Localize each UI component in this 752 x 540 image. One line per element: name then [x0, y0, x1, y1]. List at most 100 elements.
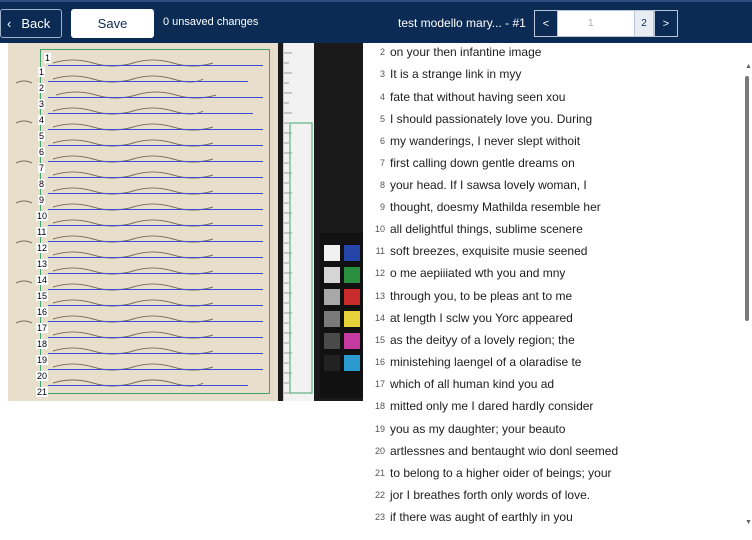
transcript-line[interactable]: 19 you as my daughter; your beauto — [363, 418, 565, 440]
transcript-line[interactable]: 9 thought, doesmy Mathilda resemble her — [363, 196, 601, 218]
line-number-tag: 1 — [44, 53, 52, 63]
baseline-marker[interactable] — [48, 65, 263, 66]
image-viewer[interactable]: 1 1 2 3 4 5 6 7 8 9 10 11 12 13 14 15 16… — [8, 43, 363, 540]
top-toolbar: ‹ Back Save 0 unsaved changes test model… — [0, 0, 752, 43]
transcript-line[interactable]: 6 my wanderings, I never slept withoit — [363, 130, 580, 152]
transcript-line[interactable]: 21 to belong to a higher oider of beings;… — [363, 462, 612, 484]
transcript-line[interactable]: 18 mitted only me I dared hardly consider — [363, 395, 593, 417]
transcript-line[interactable]: 17 which of all human kind you ad — [363, 373, 554, 395]
line-text[interactable]: thought, doesmy Mathilda resemble her — [390, 200, 601, 214]
baseline-marker[interactable] — [48, 113, 253, 114]
transcript-line[interactable]: 5 I should passionately love you. During — [363, 108, 592, 130]
transcript-line[interactable]: 4 fate that without having seen xou — [363, 86, 565, 108]
transcript-line[interactable]: 22 jor I breathes forth only words of lov… — [363, 484, 590, 506]
line-text[interactable]: o me aepiiiated wth you and mny — [390, 266, 565, 280]
baseline-marker[interactable] — [48, 209, 263, 210]
baseline-marker[interactable] — [48, 177, 263, 178]
line-text[interactable]: your head. If I sawsa lovely woman, I — [390, 178, 587, 192]
transcript-line[interactable]: 10 all delightful things, sublime scenere — [363, 218, 583, 240]
baseline-marker[interactable] — [48, 369, 263, 370]
line-text[interactable]: I should passionately love you. During — [390, 112, 592, 126]
line-text[interactable]: as the deityy of a lovely region; the — [390, 333, 575, 347]
line-text[interactable]: if there was aught of earthly in you — [390, 510, 573, 524]
baseline-marker[interactable] — [48, 337, 263, 338]
baseline-marker[interactable] — [48, 81, 248, 82]
line-text[interactable]: artlessnes and bentaught wio donl seemed — [390, 444, 618, 458]
baseline-marker[interactable] — [48, 129, 263, 130]
save-button[interactable]: Save — [71, 9, 154, 38]
text-region-frame[interactable] — [40, 49, 270, 394]
color-calibration-card — [320, 233, 363, 398]
baseline-marker[interactable] — [48, 145, 263, 146]
line-text[interactable]: at length I sclw you Yorc appeared — [390, 311, 573, 325]
baseline-marker[interactable] — [48, 321, 263, 322]
transcript-line[interactable]: 7 first calling down gentle dreams on — [363, 152, 575, 174]
transcript-panel[interactable]: 2 on your then infantine image 3 It is a s… — [363, 43, 752, 540]
transcript-scrollbar[interactable] — [744, 63, 750, 519]
line-text[interactable]: to belong to a higher oider of beings; y… — [390, 466, 611, 480]
line-text[interactable]: my wanderings, I never slept withoit — [390, 134, 580, 148]
baseline-marker[interactable] — [48, 353, 263, 354]
transcript-line[interactable]: 14 at length I sclw you Yorc appeared — [363, 307, 573, 329]
line-number-tag: 7 — [38, 163, 46, 173]
swatch-blue — [344, 245, 360, 261]
line-text[interactable]: on your then infantine image — [390, 45, 541, 59]
line-text[interactable]: ministehing laengel of a olaradise te — [390, 355, 581, 369]
manuscript-scan[interactable]: 1 1 2 3 4 5 6 7 8 9 10 11 12 13 14 15 16… — [8, 43, 363, 401]
line-number: 20 — [374, 446, 385, 456]
transcript-line[interactable]: 12 o me aepiiiated wth you and mny — [363, 262, 565, 284]
baseline-marker[interactable] — [48, 385, 248, 386]
line-number: 8 — [379, 180, 385, 190]
transcript-line[interactable]: 11 soft breezes, exquisite musie seened — [363, 240, 588, 262]
transcript-line[interactable]: 3 It is a strange link in myy — [363, 63, 521, 85]
line-text[interactable]: first calling down gentle dreams on — [390, 156, 575, 170]
baseline-marker[interactable] — [48, 273, 263, 274]
baseline-marker[interactable] — [48, 97, 263, 98]
line-text[interactable]: fate that without having seen xou — [390, 90, 565, 104]
baseline-marker[interactable] — [48, 161, 263, 162]
transcript-line[interactable]: 8 your head. If I sawsa lovely woman, I — [363, 174, 587, 196]
baseline-marker[interactable] — [48, 241, 263, 242]
page-number-input[interactable]: 1 — [558, 10, 634, 37]
scroll-down-arrow-icon[interactable]: ▼ — [745, 519, 752, 526]
line-number-tag: 13 — [36, 259, 49, 269]
unsaved-changes-status: 0 unsaved changes — [163, 16, 259, 28]
transcript-line[interactable]: 2 on your then infantine image — [363, 43, 541, 63]
line-number-tag: 16 — [36, 307, 49, 317]
back-button[interactable]: ‹ Back — [0, 9, 62, 38]
line-text[interactable]: jor I breathes forth only words of love. — [390, 488, 590, 502]
line-number-tag: 11 — [36, 227, 48, 237]
line-number: 19 — [374, 424, 385, 434]
line-number-tag: 5 — [38, 131, 46, 141]
line-number-tag: 3 — [38, 99, 46, 109]
line-text[interactable]: soft breezes, exquisite musie seened — [390, 244, 587, 258]
back-label: Back — [21, 16, 51, 31]
swatch-magenta — [344, 333, 360, 349]
transcript-line[interactable]: 20 artlessnes and bentaught wio donl seem… — [363, 440, 618, 462]
page-number-placeholder: 1 — [588, 18, 594, 29]
line-text[interactable]: which of all human kind you ad — [390, 377, 554, 391]
line-text[interactable]: through you, to be pleas ant to me — [390, 289, 572, 303]
baseline-marker[interactable] — [48, 225, 263, 226]
transcript-line[interactable]: 15 as the deityy of a lovely region; the — [363, 329, 575, 351]
transcript-line[interactable]: 23 if there was aught of earthly in you — [363, 506, 573, 528]
document-title: test modello mary... - #1 — [398, 16, 526, 30]
line-text[interactable]: you as my daughter; your beauto — [390, 422, 565, 436]
line-number: 14 — [374, 313, 385, 323]
swatch-red — [344, 289, 360, 305]
line-text[interactable]: all delightful things, sublime scenere — [390, 222, 583, 236]
baseline-marker[interactable] — [48, 289, 263, 290]
transcript-line[interactable]: 16 ministehing laengel of a olaradise te — [363, 351, 581, 373]
swatch-gray — [324, 289, 340, 305]
scrollbar-thumb[interactable] — [745, 76, 749, 321]
line-text[interactable]: It is a strange link in myy — [390, 67, 521, 81]
line-text[interactable]: mitted only me I dared hardly consider — [390, 399, 593, 413]
baseline-marker[interactable] — [48, 193, 263, 194]
line-number: 23 — [374, 512, 385, 522]
baseline-marker[interactable] — [48, 257, 263, 258]
transcript-line[interactable]: 13 through you, to be pleas ant to me — [363, 285, 572, 307]
previous-page-button[interactable]: < — [534, 10, 558, 37]
next-page-button[interactable]: > — [654, 10, 678, 37]
baseline-marker[interactable] — [48, 305, 263, 306]
line-number: 2 — [379, 47, 385, 57]
